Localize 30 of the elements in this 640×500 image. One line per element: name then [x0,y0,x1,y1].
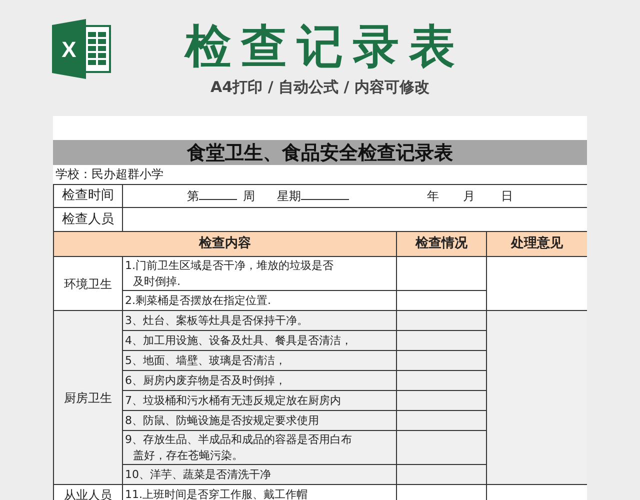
table-cell: 4、加工用设施、设备及灶具、餐具是否清洁， [122,330,396,350]
table-cell-line: 及时倒掉. [132,274,180,290]
table-cell-line: 1.门前卫生区域是否干净，堆放的垃圾是否 [125,258,334,274]
table-cell: 厨房卫生 [54,310,122,484]
table-cell: 环境卫生 [54,256,122,310]
table-cell: 检查时间 [54,184,122,208]
weekday-label: 星期 [277,188,301,202]
year-label: 年 [427,188,439,202]
day-label: 日 [501,188,513,202]
week-prefix-label: 第 [187,188,199,202]
table-cell: 5、地面、墙壁、玻璃是否清洁， [122,350,396,370]
week-label: 周 [243,188,255,202]
school-label: 学校：民办超群小学 [54,165,587,184]
page-title: 检查记录表 [185,18,465,74]
month-label: 月 [463,188,475,202]
table-cell-line: 盖好，存在苍蝇污染。 [132,448,243,464]
table-cell: 7、垃圾桶和污水桶有无违反规定放在厨房内 [122,390,396,410]
table-cell-line: 9、存放生品、半成品和成品的容器是否用白布 [125,432,352,448]
table-cell: 2.剩菜桶是否摆放在指定位置. [122,290,396,310]
table-cell: 3、灶台、案板等灶具是否保持干净。 [122,310,396,330]
column-header: 处理意见 [486,232,587,256]
table-cell: 从业人员 [54,484,122,500]
page-subtitle: A4打印 / 自动公式 / 内容可修改 [210,78,430,97]
column-header: 检查内容 [54,232,396,256]
table-cell: 8、防鼠、防蝇设施是否按规定要求使用 [122,410,396,430]
sheet-title: 食堂卫生、食品安全检查记录表 [53,140,587,165]
table-cell: 6、厨房内废弃物是否及时倒掉， [122,370,396,390]
table-cell: 10、洋芋、蔬菜是否清洗干净 [122,464,396,484]
column-header: 检查情况 [396,232,486,256]
table-cell: 11.上班时间是否穿工作服、戴工作帽 [122,484,396,500]
